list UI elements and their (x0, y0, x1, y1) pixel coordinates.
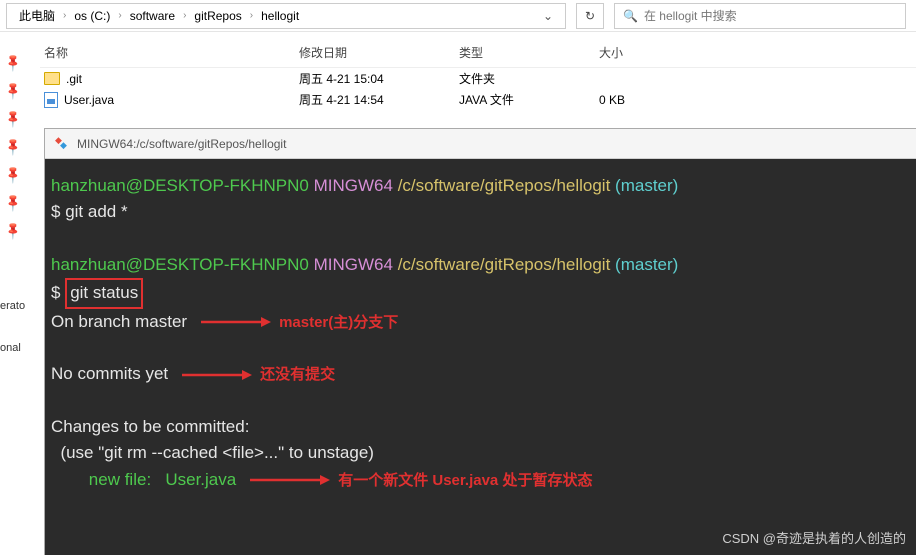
col-date[interactable]: 修改日期 (295, 42, 455, 63)
file-type: 文件夹 (455, 68, 595, 89)
col-name[interactable]: 名称 (40, 42, 295, 63)
folder-icon (44, 72, 60, 85)
watermark: CSDN @奇迹是执着的人创造的 (722, 529, 906, 549)
file-list: 名称 修改日期 类型 大小 .git 周五 4-21 15:04 文件夹 Use… (0, 32, 916, 116)
address-bar: 此电脑› os (C:)› software› gitRepos› hellog… (0, 0, 916, 32)
pin-icon[interactable]: 📌 (3, 165, 23, 185)
crumb-thispc[interactable]: 此电脑 (13, 4, 61, 28)
crumb-hellogit[interactable]: hellogit (255, 4, 305, 28)
col-type[interactable]: 类型 (455, 42, 595, 63)
terminal-title-text: MINGW64:/c/software/gitRepos/hellogit (77, 137, 286, 151)
file-row[interactable]: .git 周五 4-21 15:04 文件夹 (40, 68, 916, 89)
chevron-right-icon: › (116, 10, 123, 21)
annotation: 还没有提交 (260, 366, 335, 383)
file-date: 周五 4-21 14:54 (295, 89, 455, 110)
breadcrumb[interactable]: 此电脑› os (C:)› software› gitRepos› hellog… (6, 3, 566, 29)
arrow-icon (201, 316, 271, 328)
quick-access-pins: 📌 📌 📌 📌 📌 📌 📌 (6, 56, 20, 238)
sidebar-fragment: erato onal (0, 300, 25, 384)
refresh-button[interactable]: ↻ (576, 3, 604, 29)
file-name: .git (66, 72, 82, 86)
chevron-right-icon: › (181, 10, 188, 21)
search-icon: 🔍 (623, 9, 638, 23)
annotation: 有一个新文件 User.java 处于暂存状态 (338, 472, 592, 489)
terminal-window: MINGW64:/c/software/gitRepos/hellogit ha… (44, 128, 916, 555)
pin-icon[interactable]: 📌 (3, 137, 23, 157)
pin-icon[interactable]: 📌 (3, 81, 23, 101)
terminal-body[interactable]: hanzhuan@DESKTOP-FKHNPN0 MINGW64 /c/soft… (45, 159, 916, 555)
file-size: 0 KB (595, 91, 695, 109)
search-placeholder: 在 hellogit 中搜索 (644, 7, 737, 24)
crumb-software[interactable]: software (124, 4, 181, 28)
crumb-gitrepos[interactable]: gitRepos (188, 4, 247, 28)
pin-icon[interactable]: 📌 (3, 193, 23, 213)
file-date: 周五 4-21 15:04 (295, 68, 455, 89)
file-row[interactable]: User.java 周五 4-21 14:54 JAVA 文件 0 KB (40, 89, 916, 110)
java-file-icon (44, 92, 58, 108)
annotation: master(主)分支下 (279, 314, 398, 331)
file-type: JAVA 文件 (455, 89, 595, 110)
crumb-drive[interactable]: os (C:) (68, 4, 116, 28)
chevron-down-icon[interactable]: ⌄ (537, 9, 559, 23)
terminal-titlebar[interactable]: MINGW64:/c/software/gitRepos/hellogit (45, 129, 916, 159)
file-name: User.java (64, 93, 114, 107)
file-size (595, 77, 695, 81)
pin-icon[interactable]: 📌 (3, 53, 23, 73)
pin-icon[interactable]: 📌 (3, 109, 23, 129)
arrow-icon (182, 369, 252, 381)
search-input[interactable]: 🔍 在 hellogit 中搜索 (614, 3, 906, 29)
file-list-header: 名称 修改日期 类型 大小 (40, 38, 916, 68)
sidebar-text: erato (0, 300, 25, 312)
chevron-right-icon: › (61, 10, 68, 21)
chevron-right-icon: › (248, 10, 255, 21)
highlighted-command: git status (65, 278, 143, 308)
sidebar-text: onal (0, 342, 25, 354)
arrow-icon (250, 474, 330, 486)
mingw-logo-icon (55, 137, 69, 151)
pin-icon[interactable]: 📌 (3, 221, 23, 241)
col-size[interactable]: 大小 (595, 42, 695, 63)
